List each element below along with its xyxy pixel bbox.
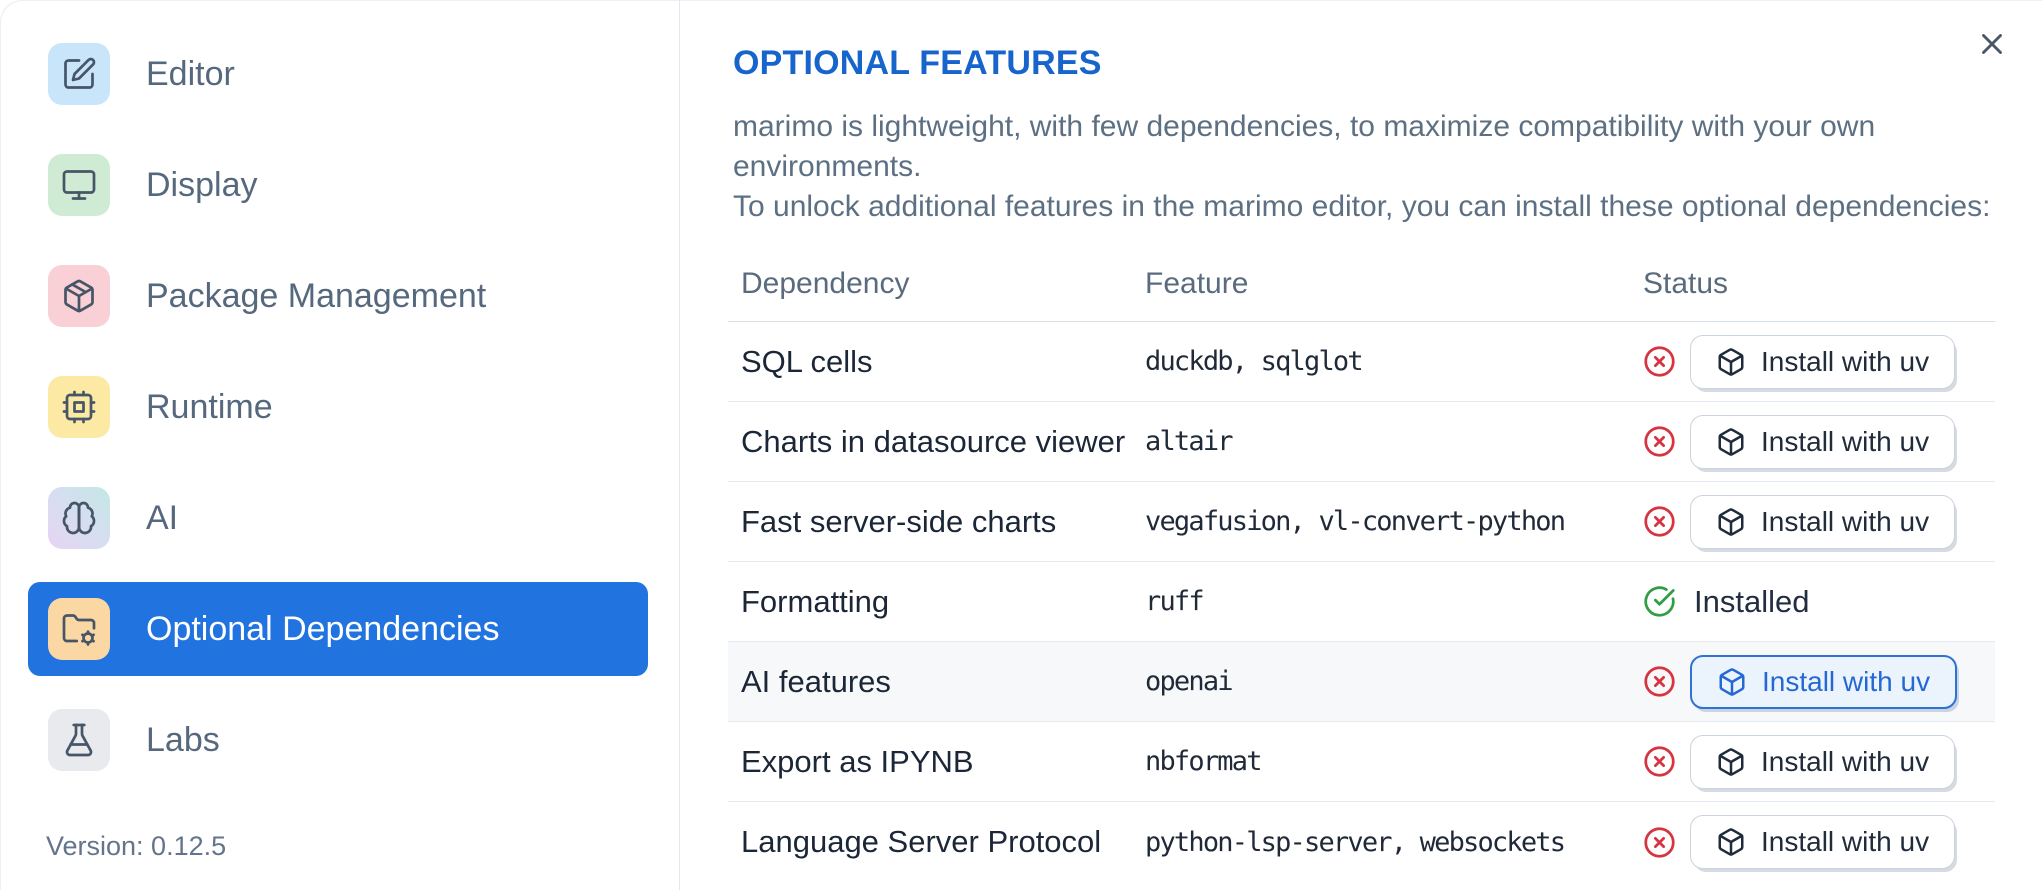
- dependency-name: AI features: [741, 663, 891, 699]
- status-cell: Install with uv: [1630, 654, 1995, 709]
- sidebar-item-optional-dependencies[interactable]: Optional Dependencies: [28, 582, 648, 676]
- install-with-uv-button[interactable]: Install with uv: [1690, 815, 1956, 869]
- install-with-uv-button[interactable]: Install with uv: [1690, 494, 1956, 549]
- table-row: AI features openai Install with uv: [728, 642, 1995, 722]
- install-button-label: Install with uv: [1761, 826, 1930, 857]
- dependency-name: SQL cells: [741, 343, 873, 379]
- install-button-label: Install with uv: [1761, 425, 1930, 457]
- box-icon: [1718, 828, 1744, 856]
- sidebar-item-runtime[interactable]: Runtime: [28, 360, 648, 454]
- folder-cog-icon: [48, 598, 110, 660]
- status-cell: Install with uv: [1630, 734, 1995, 789]
- table-body: SQL cells duckdb, sqlglot Install with u…: [728, 322, 1995, 882]
- sidebar-item-label: AI: [146, 498, 179, 537]
- sidebar-item-label: Package Management: [146, 276, 487, 315]
- dependency-name: Charts in datasource viewer: [741, 423, 1126, 459]
- circle-x-icon: [1644, 666, 1675, 697]
- install-with-uv-button[interactable]: Install with uv: [1690, 734, 1956, 789]
- sidebar-item-package-management[interactable]: Package Management: [28, 249, 648, 343]
- dependency-name: Fast server-side charts: [741, 503, 1057, 539]
- status-cell: Installed: [1630, 584, 1995, 620]
- flask-icon: [48, 709, 110, 771]
- brain-icon: [48, 487, 110, 549]
- cpu-icon: [48, 376, 110, 438]
- status-cell: Install with uv: [1630, 334, 1995, 389]
- table-row: Charts in datasource viewer altair Insta…: [728, 402, 1995, 482]
- dependency-name: Export as IPYNB: [741, 743, 974, 779]
- close-icon: [1982, 34, 2002, 54]
- panel-description-line1: marimo is lightweight, with few dependen…: [733, 110, 1876, 183]
- editor-icon: [48, 43, 110, 105]
- column-header-feature: Feature: [1145, 267, 1249, 300]
- circle-x-icon: [1644, 746, 1675, 777]
- sidebar-item-label: Optional Dependencies: [146, 609, 500, 648]
- feature-packages: nbformat: [1145, 746, 1262, 777]
- circle-x-icon: [1644, 346, 1675, 377]
- sidebar-item-ai[interactable]: AI: [28, 471, 648, 565]
- circle-check-icon: [1644, 586, 1675, 617]
- sidebar-item-editor[interactable]: Editor: [28, 27, 648, 121]
- install-with-uv-button[interactable]: Install with uv: [1690, 414, 1956, 469]
- feature-packages: duckdb, sqlglot: [1145, 346, 1364, 377]
- circle-x-icon: [1644, 506, 1675, 537]
- feature-packages: vegafusion, vl-convert-python: [1145, 506, 1566, 537]
- box-icon: [1719, 667, 1745, 696]
- package-icon: [48, 265, 110, 327]
- dependencies-table: Dependency Feature Status SQL cells duck…: [728, 245, 1995, 882]
- dependency-name: Formatting: [741, 583, 890, 619]
- table-row: Language Server Protocol python-lsp-serv…: [728, 802, 1995, 882]
- install-button-label: Install with uv: [1761, 745, 1930, 777]
- circle-x-icon: [1644, 826, 1675, 858]
- box-icon: [1718, 347, 1744, 376]
- panel-description-line2: To unlock additional features in the mar…: [733, 190, 1991, 223]
- sidebar-item-label: Editor: [146, 54, 235, 93]
- table-row: Export as IPYNB nbformat Install with uv: [728, 722, 1995, 802]
- status-cell: Install with uv: [1630, 815, 1995, 869]
- close-button[interactable]: [1970, 22, 2014, 66]
- dependency-name: Language Server Protocol: [741, 824, 1102, 859]
- installed-status-label: Installed: [1694, 583, 1810, 619]
- feature-packages: python-lsp-server, websockets: [1145, 826, 1566, 858]
- status-cell: Install with uv: [1630, 494, 1995, 549]
- panel-description: marimo is lightweight, with few dependen…: [728, 107, 1995, 227]
- table-row: SQL cells duckdb, sqlglot Install with u…: [728, 322, 1995, 402]
- feature-packages: ruff: [1145, 586, 1205, 617]
- page-title: OPTIONAL FEATURES: [733, 44, 1102, 82]
- table-header-row: Dependency Feature Status: [728, 245, 1995, 322]
- sidebar-item-label: Display: [146, 165, 258, 204]
- status-cell: Install with uv: [1630, 414, 1995, 469]
- install-with-uv-button-focused[interactable]: Install with uv: [1690, 654, 1958, 709]
- table-row: Fast server-side charts vegafusion, vl-c…: [728, 482, 1995, 562]
- app-version: Version: 0.12.5: [46, 831, 227, 861]
- optional-features-panel: OPTIONAL FEATURES marimo is lightweight,…: [680, 0, 2042, 890]
- circle-x-icon: [1644, 426, 1675, 457]
- install-with-uv-button[interactable]: Install with uv: [1690, 334, 1956, 389]
- install-button-label: Install with uv: [1761, 345, 1930, 377]
- monitor-icon: [48, 154, 110, 216]
- sidebar-item-labs[interactable]: Labs: [28, 693, 648, 787]
- box-icon: [1718, 507, 1744, 536]
- feature-packages: altair: [1145, 426, 1234, 457]
- install-button-label: Install with uv: [1761, 505, 1930, 537]
- settings-dialog: Editor Display Package Management Runtim…: [0, 0, 2042, 890]
- box-icon: [1718, 427, 1744, 456]
- box-icon: [1718, 747, 1744, 776]
- column-header-status: Status: [1643, 267, 1729, 300]
- sidebar-item-label: Labs: [146, 720, 220, 759]
- feature-packages: openai: [1145, 666, 1234, 697]
- install-button-label: Install with uv: [1762, 665, 1931, 697]
- sidebar-item-label: Runtime: [146, 387, 273, 426]
- sidebar-item-display[interactable]: Display: [28, 138, 648, 232]
- table-row: Formatting ruff Installed: [728, 562, 1995, 642]
- column-header-dependency: Dependency: [741, 267, 910, 300]
- settings-sidebar: Editor Display Package Management Runtim…: [0, 0, 680, 890]
